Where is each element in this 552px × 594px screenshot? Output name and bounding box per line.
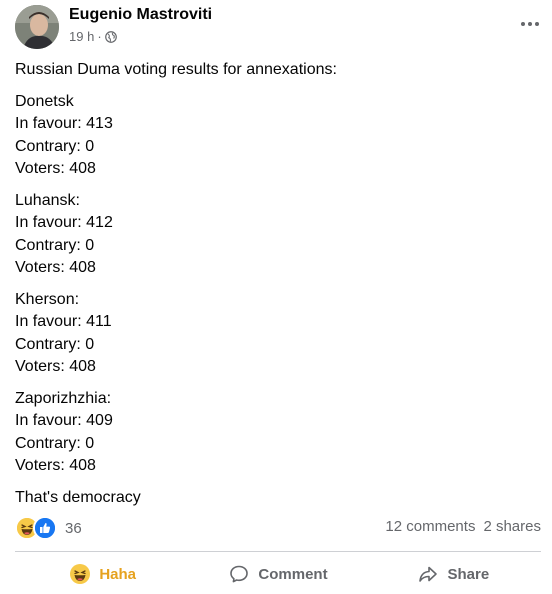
voters-line: Voters: 408 bbox=[15, 358, 96, 375]
voters-line: Voters: 408 bbox=[15, 457, 96, 474]
comment-icon bbox=[228, 563, 250, 585]
share-label: Share bbox=[447, 565, 490, 583]
contrary-line: Contrary: 0 bbox=[15, 137, 95, 155]
region-name: Kherson: bbox=[15, 290, 80, 308]
voters-line: Voters: 408 bbox=[15, 160, 96, 177]
post-text-line: Russian Duma voting results for annexati… bbox=[15, 61, 337, 78]
contrary-line: Contrary: 0 bbox=[15, 236, 95, 254]
in-favour-line: In favour: 411 bbox=[15, 313, 112, 330]
reaction-count: 36 bbox=[65, 519, 82, 537]
comments-count[interactable]: 12 comments bbox=[385, 518, 475, 535]
comment-button[interactable]: Comment bbox=[190, 556, 365, 592]
contrary-line: Contrary: 0 bbox=[15, 335, 95, 353]
share-button[interactable]: Share bbox=[366, 556, 541, 592]
region-name: Donetsk bbox=[15, 92, 74, 110]
avatar-photo bbox=[15, 5, 59, 49]
region-block-donetsk: Donetsk In favour: 413 Contrary: 0 Voter… bbox=[15, 91, 540, 181]
haha-button[interactable]: Haha bbox=[15, 556, 190, 592]
post-content: Russian Duma voting results for annexati… bbox=[15, 59, 540, 518]
facebook-post: Eugenio Mastroviti 19 h · Russian Duma v… bbox=[0, 0, 552, 594]
post-meta: 19 h · bbox=[69, 29, 117, 44]
post-text-line: That's democracy bbox=[15, 488, 141, 506]
region-block-luhansk: Luhansk: In favour: 412 Contrary: 0 Vote… bbox=[15, 190, 540, 280]
region-block-zaporizhzhia: Zaporizhzhia: In favour: 409 Contrary: 0… bbox=[15, 388, 540, 478]
voters-line: Voters: 408 bbox=[15, 259, 96, 276]
haha-label: Haha bbox=[99, 565, 136, 583]
region-block-kherson: Kherson: In favour: 411 Contrary: 0 Vote… bbox=[15, 289, 540, 379]
like-icon bbox=[33, 516, 57, 540]
reactions-summary[interactable]: 36 bbox=[15, 516, 82, 540]
avatar[interactable] bbox=[15, 5, 59, 49]
shares-count[interactable]: 2 shares bbox=[483, 518, 541, 535]
post-closing: That's democracy bbox=[15, 487, 540, 510]
globe-icon[interactable] bbox=[104, 30, 117, 43]
share-icon bbox=[417, 563, 439, 585]
in-favour-line: In favour: 409 bbox=[15, 412, 113, 429]
more-horizontal-icon bbox=[521, 22, 539, 26]
meta-separator: · bbox=[97, 29, 102, 44]
region-name: Luhansk: bbox=[15, 191, 80, 209]
contrary-line: Contrary: 0 bbox=[15, 434, 95, 452]
in-favour-line: In favour: 413 bbox=[15, 115, 113, 132]
in-favour-line: In favour: 412 bbox=[15, 214, 113, 231]
comment-label: Comment bbox=[258, 565, 328, 583]
post-time[interactable]: 19 h bbox=[69, 29, 94, 44]
post-intro: Russian Duma voting results for annexati… bbox=[15, 59, 540, 82]
engagement-counts: 12 comments 2 shares bbox=[385, 518, 541, 535]
author-name[interactable]: Eugenio Mastroviti bbox=[69, 6, 212, 24]
more-options-button[interactable] bbox=[518, 12, 542, 36]
region-name: Zaporizhzhia: bbox=[15, 389, 112, 407]
action-bar: Haha Comment Share bbox=[15, 556, 541, 592]
divider bbox=[15, 551, 541, 552]
haha-icon bbox=[69, 563, 91, 585]
